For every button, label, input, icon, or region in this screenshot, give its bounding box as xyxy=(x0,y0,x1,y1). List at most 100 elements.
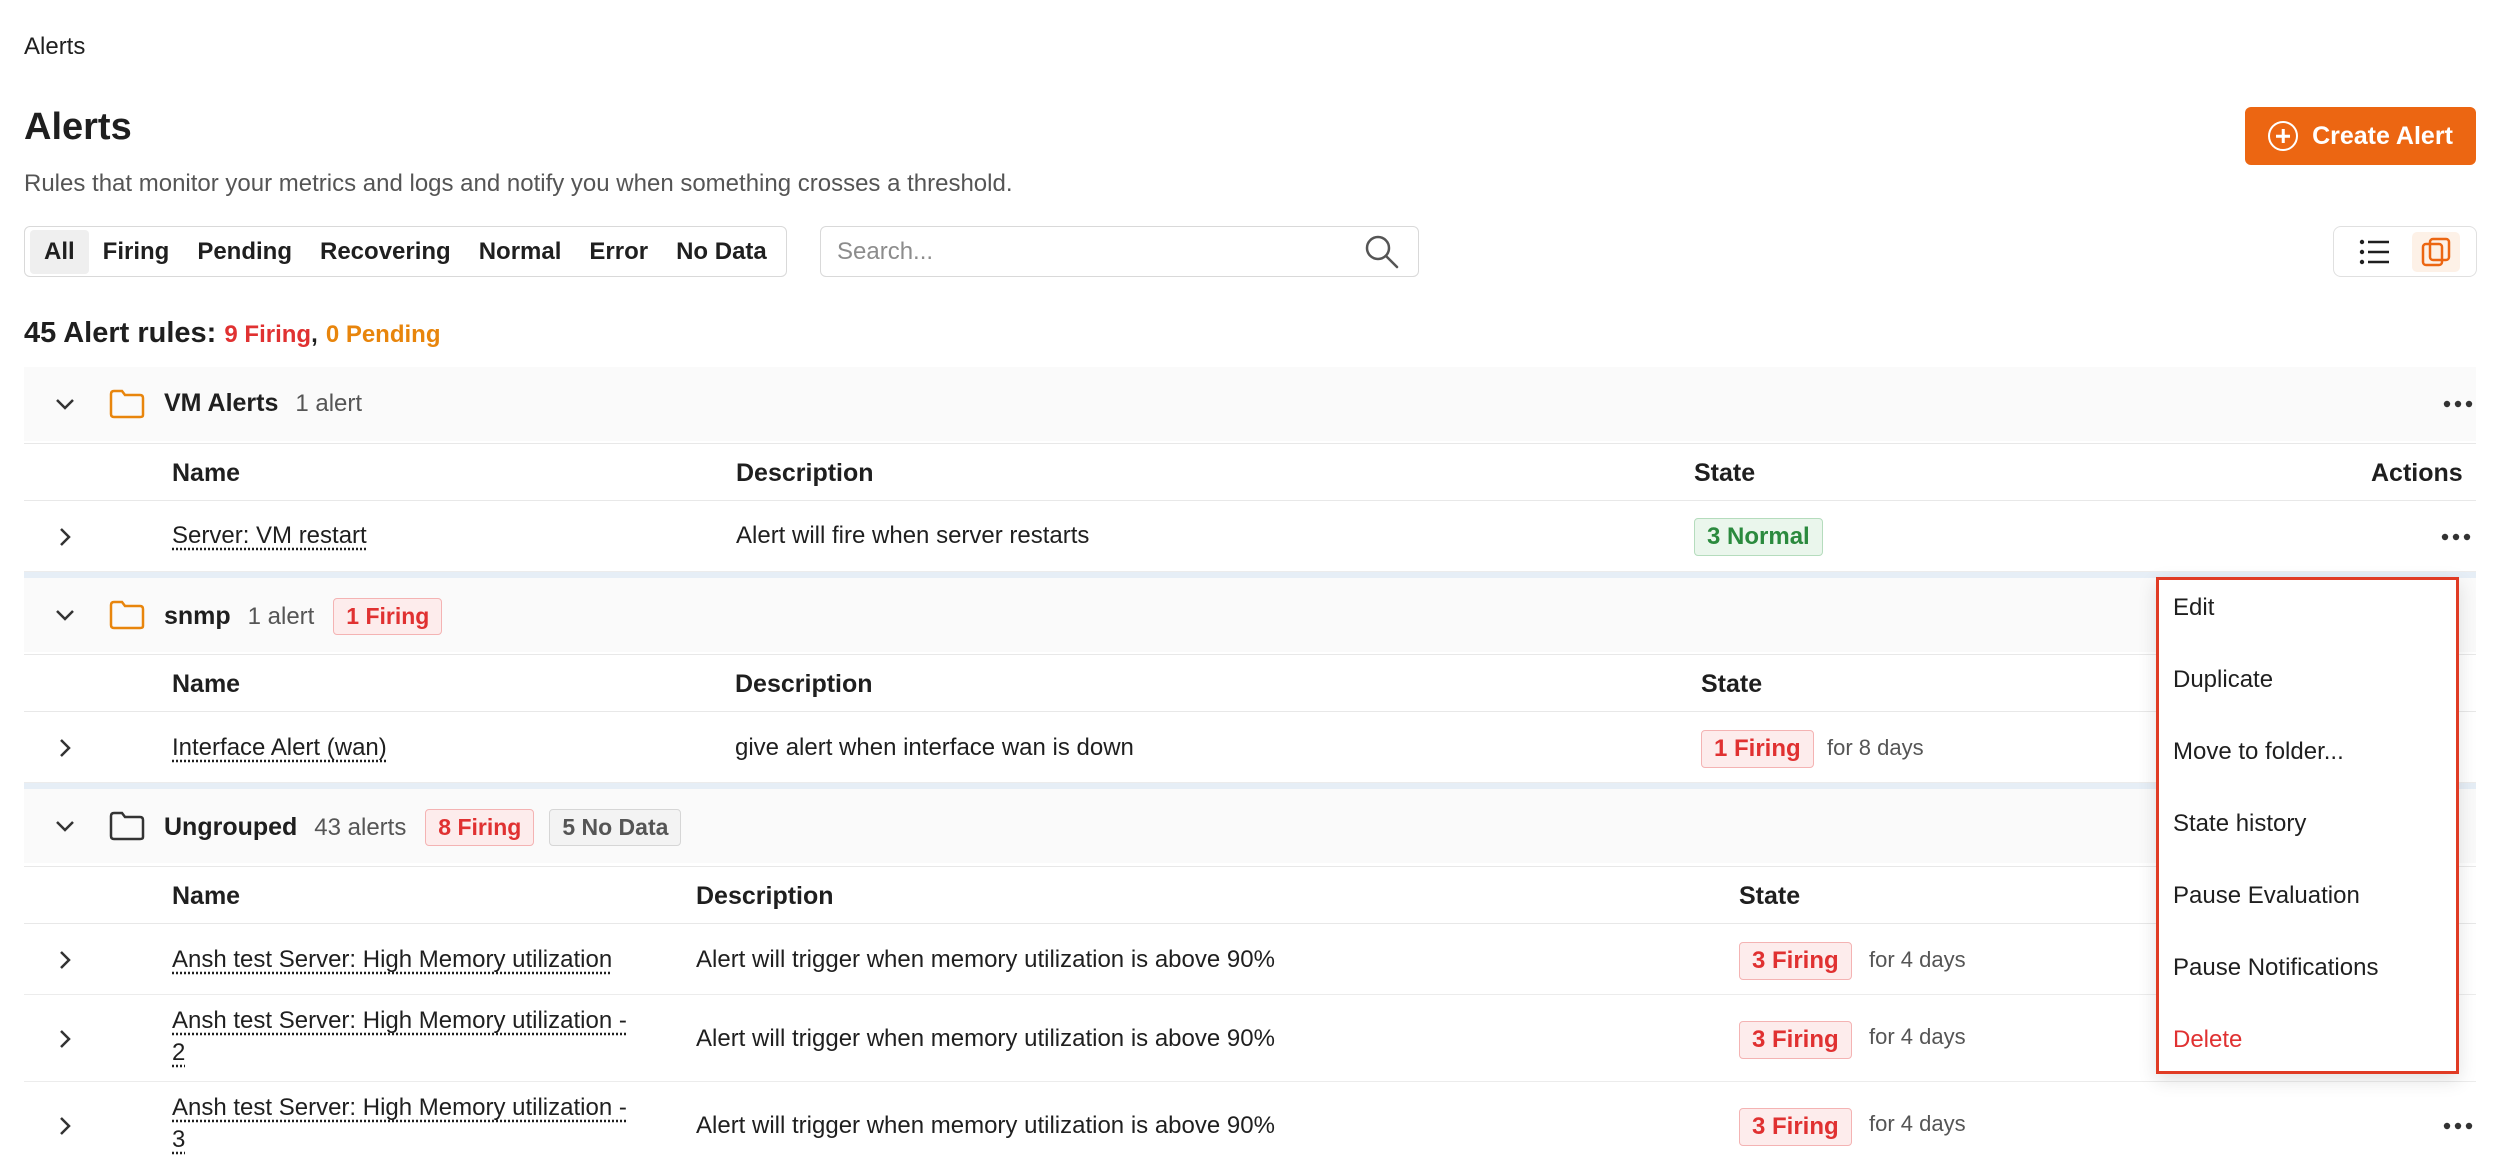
rule-name-line1: Ansh test Server: High Memory utilizatio… xyxy=(172,1007,627,1034)
rule-description: give alert when interface wan is down xyxy=(735,734,1134,761)
row-more-icon[interactable] xyxy=(2443,1122,2473,1130)
column-state[interactable]: State xyxy=(1694,459,1755,488)
chevron-right-icon[interactable] xyxy=(54,949,76,971)
rule-description: Alert will fire when server restarts xyxy=(736,522,1090,549)
chevron-down-icon[interactable] xyxy=(54,604,76,626)
column-name[interactable]: Name xyxy=(172,670,240,699)
column-name[interactable]: Name xyxy=(172,459,240,488)
group-title: Ungrouped 43 alerts 8 Firing 5 No Data xyxy=(164,809,682,846)
page-subtitle: Rules that monitor your metrics and logs… xyxy=(24,170,1013,197)
view-toggle xyxy=(2333,226,2477,277)
table-header: Name Description State xyxy=(24,866,2476,924)
group-title: snmp 1 alert 1 Firing xyxy=(164,598,443,635)
state-badge: 3 Firing xyxy=(1739,942,1852,980)
menu-item-duplicate[interactable]: Duplicate xyxy=(2173,666,2273,694)
rule-name-link[interactable]: Server: VM restart xyxy=(172,522,367,550)
filter-tab-error[interactable]: Error xyxy=(575,230,662,274)
column-actions: Actions xyxy=(2371,459,2463,487)
menu-item-move-to-folder[interactable]: Move to folder... xyxy=(2173,738,2344,766)
state-duration: for 4 days xyxy=(1869,947,1966,972)
group-count: 1 alert xyxy=(247,603,315,630)
row-actions-menu: Edit Duplicate Move to folder... State h… xyxy=(2156,577,2459,1074)
menu-item-state-history[interactable]: State history xyxy=(2173,810,2306,838)
folder-icon xyxy=(109,600,145,630)
filter-tab-no-data[interactable]: No Data xyxy=(662,230,781,274)
rule-name-line2: 3 xyxy=(172,1126,186,1153)
row-more-icon[interactable] xyxy=(2441,533,2471,541)
group-name: VM Alerts xyxy=(164,389,279,417)
list-view-button[interactable] xyxy=(2351,232,2399,272)
rule-name-link[interactable]: Ansh test Server: High Memory utilizatio… xyxy=(172,1005,627,1069)
create-alert-button[interactable]: Create Alert xyxy=(2245,107,2476,165)
column-name[interactable]: Name xyxy=(172,882,240,911)
folder-icon xyxy=(109,811,145,841)
create-alert-label: Create Alert xyxy=(2312,121,2453,150)
menu-item-delete[interactable]: Delete xyxy=(2173,1026,2242,1054)
alert-count: 45 Alert rules: xyxy=(24,317,217,349)
group-header-snmp[interactable]: snmp 1 alert 1 Firing xyxy=(24,578,2476,652)
group-title: VM Alerts 1 alert xyxy=(164,389,362,418)
rule-description: Alert will trigger when memory utilizati… xyxy=(696,1112,1275,1139)
state-badge: 3 Firing xyxy=(1739,1108,1852,1146)
chevron-right-icon[interactable] xyxy=(54,1115,76,1137)
table-row[interactable]: Ansh test Server: High Memory utilizatio… xyxy=(24,995,2476,1082)
table-row[interactable]: Server: VM restart Alert will fire when … xyxy=(24,502,2476,572)
menu-item-edit[interactable]: Edit xyxy=(2173,594,2214,622)
group-name: Ungrouped xyxy=(164,813,298,841)
group-header-vm-alerts[interactable]: VM Alerts 1 alert xyxy=(24,367,2476,441)
table-header: Name Description State xyxy=(24,654,2476,712)
state-filter-tabs: All Firing Pending Recovering Normal Err… xyxy=(24,226,787,277)
state-badge: 3 Normal xyxy=(1694,518,1823,556)
chevron-down-icon[interactable] xyxy=(54,393,76,415)
rule-name-link[interactable]: Ansh test Server: High Memory utilizatio… xyxy=(172,1092,627,1156)
rule-name-link[interactable]: Ansh test Server: High Memory utilizatio… xyxy=(172,946,612,974)
folder-icon xyxy=(109,389,145,419)
state-duration: for 8 days xyxy=(1827,735,1924,760)
table-header: Name Description State Actions xyxy=(24,443,2476,501)
search-icon[interactable] xyxy=(1362,232,1402,272)
list-icon xyxy=(2359,239,2389,264)
group-firing-badge: 8 Firing xyxy=(425,809,535,846)
state-duration: for 4 days xyxy=(1869,1024,1966,1049)
column-description: Description xyxy=(696,882,834,910)
table-row[interactable]: Ansh test Server: High Memory utilizatio… xyxy=(24,1082,2476,1160)
group-count: 1 alert xyxy=(295,390,363,417)
chevron-right-icon[interactable] xyxy=(54,526,76,548)
breadcrumb[interactable]: Alerts xyxy=(24,33,85,61)
menu-item-pause-notifications[interactable]: Pause Notifications xyxy=(2173,954,2378,982)
plus-circle-icon xyxy=(2268,121,2299,151)
folders-icon xyxy=(2421,237,2450,266)
chevron-right-icon[interactable] xyxy=(54,737,76,759)
grouped-view-button[interactable] xyxy=(2411,231,2460,272)
rule-name-link[interactable]: Interface Alert (wan) xyxy=(172,734,387,762)
filter-tab-all[interactable]: All xyxy=(30,229,89,274)
group-header-ungrouped[interactable]: Ungrouped 43 alerts 8 Firing 5 No Data xyxy=(24,789,2476,863)
group-nodata-badge: 5 No Data xyxy=(549,809,682,846)
filter-tab-normal[interactable]: Normal xyxy=(465,230,576,274)
chevron-right-icon[interactable] xyxy=(54,1028,76,1050)
chevron-down-icon[interactable] xyxy=(54,815,76,837)
rule-name-line2: 2 xyxy=(172,1039,186,1066)
rule-description: Alert will trigger when memory utilizati… xyxy=(696,1025,1275,1052)
firing-count[interactable]: 9 Firing xyxy=(224,321,311,348)
group-name: snmp xyxy=(164,602,231,630)
state-duration: for 4 days xyxy=(1869,1111,1966,1136)
search-box xyxy=(820,226,1419,277)
summary-separator: , xyxy=(311,321,318,348)
search-input[interactable] xyxy=(837,237,1362,266)
filter-tab-recovering[interactable]: Recovering xyxy=(306,230,465,274)
state-badge: 3 Firing xyxy=(1739,1021,1852,1059)
pending-count[interactable]: 0 Pending xyxy=(326,321,441,348)
group-count: 43 alerts xyxy=(314,814,407,841)
state-badge: 1 Firing xyxy=(1701,730,1814,768)
group-more-icon[interactable] xyxy=(2443,400,2473,408)
table-row[interactable]: Interface Alert (wan) give alert when in… xyxy=(24,713,2476,783)
column-state[interactable]: State xyxy=(1701,670,1762,699)
table-row[interactable]: Ansh test Server: High Memory utilizatio… xyxy=(24,925,2476,995)
column-description: Description xyxy=(735,670,873,698)
rule-name-line1: Ansh test Server: High Memory utilizatio… xyxy=(172,1094,627,1121)
column-state[interactable]: State xyxy=(1739,882,1800,911)
filter-tab-firing[interactable]: Firing xyxy=(89,230,184,274)
filter-tab-pending[interactable]: Pending xyxy=(183,230,306,274)
menu-item-pause-evaluation[interactable]: Pause Evaluation xyxy=(2173,882,2360,910)
